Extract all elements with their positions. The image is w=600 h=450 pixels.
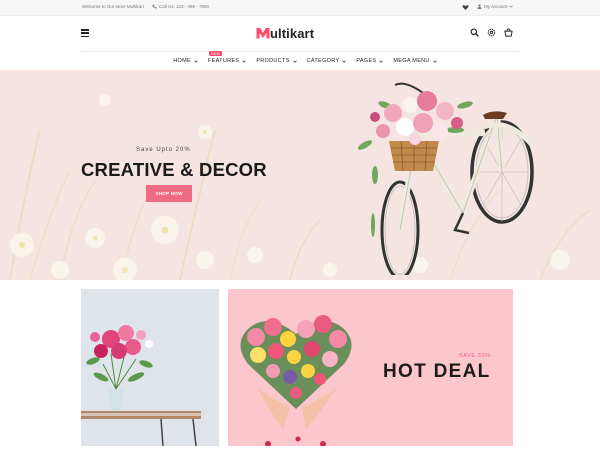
nav-item-pages[interactable]: PAGES <box>356 58 384 64</box>
logo-text: ultikart <box>270 25 315 41</box>
my-account-label: My Account <box>484 4 508 9</box>
nav-item-mega-menu[interactable]: MEGA MENU <box>393 58 437 64</box>
call-info: Call Us: 123 - 456 - 7890 <box>152 4 209 9</box>
nav-label: HOME <box>173 58 191 64</box>
site-logo[interactable]: ultikart <box>256 25 314 41</box>
header: ultikart <box>0 16 600 52</box>
search-icon[interactable] <box>470 28 479 37</box>
welcome-text: Welcome to Our store Multikart <box>82 4 144 9</box>
user-icon <box>477 4 482 9</box>
heart-icon[interactable] <box>462 3 469 12</box>
banner-flower-vase[interactable] <box>81 289 219 446</box>
my-account-link[interactable]: My Account <box>477 4 513 9</box>
chevron-down-icon <box>432 60 437 63</box>
hamburger-menu-icon[interactable] <box>81 29 89 37</box>
flower-vase-image <box>81 325 201 446</box>
header-icons <box>470 28 513 37</box>
cart-icon[interactable] <box>504 28 513 37</box>
nav-item-category[interactable]: CATEGORY <box>307 58 347 64</box>
chevron-down-icon <box>194 60 198 63</box>
nav-item-products[interactable]: PRODUCTS <box>256 58 297 64</box>
nav-label: MEGA MENU <box>393 58 430 64</box>
hero-pretitle: Save Upto 20% <box>136 147 191 153</box>
chevron-down-icon <box>292 60 297 63</box>
chevron-down-icon <box>379 60 384 63</box>
gear-icon[interactable] <box>487 28 496 37</box>
heart-bouquet-hands-image <box>240 315 352 446</box>
chevron-down-icon <box>342 60 347 63</box>
hero-slider: Save Upto 20% CREATIVE & DECOR SHOP NOW <box>0 70 600 280</box>
chevron-down-icon <box>509 5 513 8</box>
banner-hot-deal[interactable]: SAVE 30% HOT DEAL <box>228 289 513 446</box>
hero-title: CREATIVE & DECOR <box>81 159 267 180</box>
nav-label: PRODUCTS <box>256 58 290 64</box>
logo-initial <box>256 28 270 39</box>
nav-item-home[interactable]: HOME <box>173 58 198 64</box>
deal-discount: SAVE 30% <box>459 353 491 359</box>
main-navigation: HOME NEW FEATURES PRODUCTS CATEGORY PAGE… <box>0 51 600 70</box>
nav-item-features[interactable]: NEW FEATURES <box>207 51 247 64</box>
nav-label: FEATURES <box>207 58 240 64</box>
phone-icon <box>152 4 157 9</box>
new-badge: NEW <box>208 51 223 56</box>
shop-now-button[interactable]: SHOP NOW <box>146 185 192 202</box>
call-text: Call Us: 123 - 456 - 7890 <box>159 4 210 9</box>
deal-title: HOT DEAL <box>383 361 491 382</box>
top-bar: Welcome to Our store Multikart Call Us: … <box>0 0 600 16</box>
bicycle-with-flowers-image <box>357 82 534 275</box>
nav-label: CATEGORY <box>306 58 340 64</box>
nav-label: PAGES <box>356 58 377 64</box>
chevron-down-icon <box>242 60 247 63</box>
